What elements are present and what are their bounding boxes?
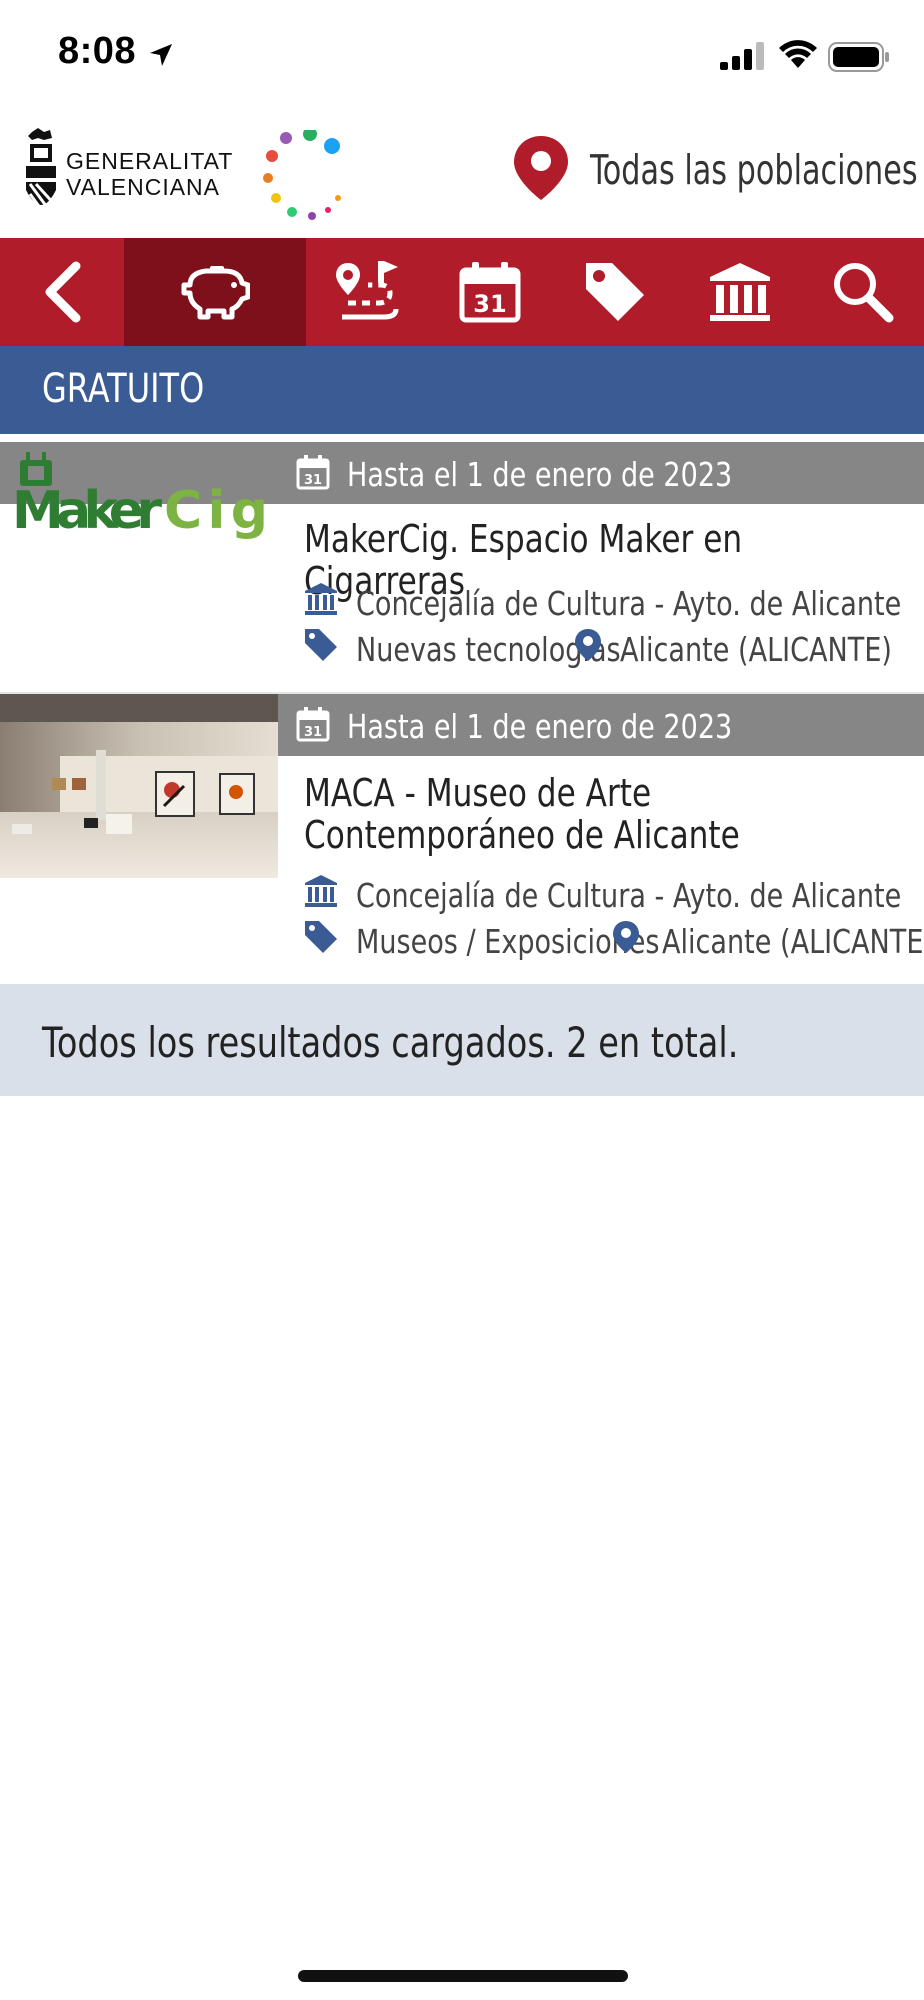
organizer-row: Concejalía de Cultura - Ayto. de Alicant…	[304, 872, 904, 916]
calendar-icon: 31	[459, 262, 521, 323]
organizer-text: Concejalía de Cultura - Ayto. de Alicant…	[356, 584, 902, 623]
results-summary: Todos los resultados cargados. 2 en tota…	[0, 984, 924, 1096]
event-thumbnail[interactable]	[0, 694, 278, 878]
tab-routes[interactable]	[306, 238, 428, 346]
cellular-signal-icon	[720, 42, 764, 70]
location-text: Alicante (ALICANTE)	[620, 630, 892, 669]
wifi-icon	[779, 40, 817, 68]
museum-icon	[710, 263, 770, 321]
generalitat-wordmark: GENERALITAT VALENCIANA	[66, 148, 233, 200]
museum-icon	[305, 875, 337, 907]
tag-icon	[305, 921, 337, 953]
category-location-row: Museos / Exposiciones Alicante (ALICANTE…	[304, 918, 924, 962]
map-pin-icon	[575, 629, 601, 661]
makercig-maker-text: Maker	[12, 481, 162, 541]
battery-icon	[828, 42, 889, 72]
map-pin-icon	[613, 921, 639, 953]
results-summary-text: Todos los resultados cargados. 2 en tota…	[42, 1018, 739, 1067]
home-indicator[interactable]	[298, 1970, 628, 1982]
app-header: GENERALITAT VALENCIANA Todas las poblaci…	[0, 112, 924, 238]
brand-line-2: VALENCIANA	[66, 174, 221, 200]
brand-line-1: GENERALITAT	[66, 148, 234, 174]
status-bar: 8:08	[0, 0, 924, 112]
generalitat-crest-logo	[26, 128, 58, 217]
search-icon	[834, 263, 894, 323]
organizer-text: Concejalía de Cultura - Ayto. de Alicant…	[356, 876, 902, 915]
location-arrow-icon	[150, 44, 172, 66]
calendar-day-label: 31	[473, 290, 506, 318]
museum-icon	[305, 583, 337, 615]
calendar-day-label: 31	[304, 725, 322, 740]
tab-calendar[interactable]: 31	[428, 238, 552, 346]
section-header: GRATUITO	[0, 346, 924, 434]
tag-icon	[305, 629, 337, 661]
event-thumbnail[interactable]: Maker Cig	[0, 442, 278, 626]
calendar-day-label: 31	[304, 473, 322, 488]
location-text: Alicante (ALICANTE)	[662, 922, 924, 961]
event-date: Hasta el 1 de enero de 2023	[347, 707, 733, 746]
status-time: 8:08	[58, 30, 137, 72]
colored-dots-logo	[263, 130, 341, 220]
tab-institutions[interactable]	[678, 238, 802, 346]
gallery-photo	[0, 694, 278, 878]
event-title[interactable]: MACA - Museo de Arte Contemporáneo de Al…	[304, 772, 911, 856]
main-navbar: 31	[0, 238, 924, 346]
section-title: GRATUITO	[42, 366, 205, 412]
location-selector[interactable]: Todas las poblaciones	[590, 146, 918, 194]
tab-categories[interactable]	[552, 238, 678, 346]
organizer-row: Concejalía de Cultura - Ayto. de Alicant…	[304, 580, 904, 624]
category-location-row: Nuevas tecnologías Alicante (ALICANTE)	[304, 626, 904, 670]
calendar-icon: 31	[296, 707, 330, 742]
tag-icon	[586, 263, 644, 321]
tab-free[interactable]	[124, 238, 306, 346]
result-card[interactable]: 31 Hasta el 1 de enero de 2023 Maker Cig…	[0, 442, 924, 692]
route-icon	[336, 261, 399, 320]
event-date: Hasta el 1 de enero de 2023	[347, 455, 733, 494]
makercig-cig-text: Cig	[164, 481, 268, 541]
piggy-bank-icon	[181, 266, 250, 320]
result-card[interactable]: 31 Hasta el 1 de enero de 2023 MACA - Mu…	[0, 694, 924, 984]
makercig-logo: Maker Cig	[0, 442, 278, 541]
chevron-left-icon	[45, 261, 81, 323]
back-button[interactable]	[0, 238, 124, 346]
calendar-icon: 31	[296, 455, 330, 490]
map-pin-icon[interactable]	[512, 134, 570, 202]
tab-search[interactable]	[802, 238, 924, 346]
